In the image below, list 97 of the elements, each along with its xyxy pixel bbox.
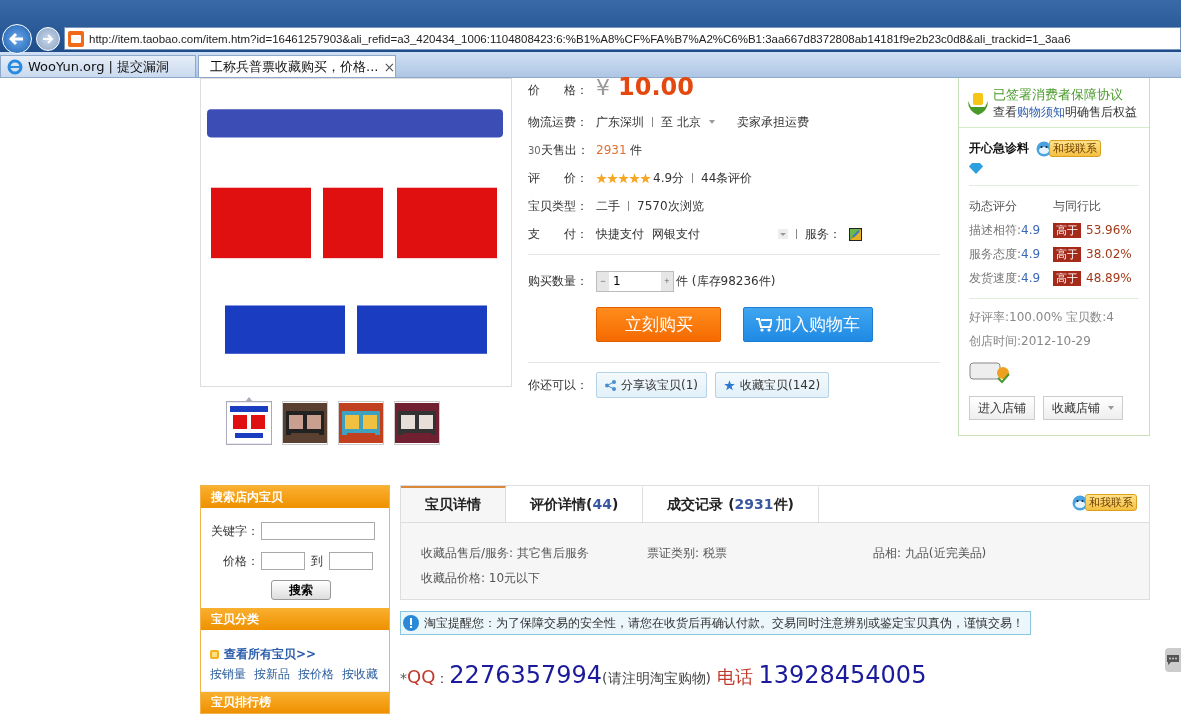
favorite-button[interactable]: 收藏宝贝(142) bbox=[715, 372, 830, 398]
panel-header: 搜索店内宝贝 bbox=[201, 486, 389, 508]
chat-icon[interactable] bbox=[1165, 648, 1181, 672]
star-icon bbox=[618, 172, 629, 184]
service-icon bbox=[849, 227, 862, 241]
comparison-badge: 高于 bbox=[1053, 222, 1081, 238]
destination-selector[interactable]: 至 北京 bbox=[661, 113, 701, 131]
thumbnail[interactable] bbox=[282, 401, 328, 445]
item-condition: 二手 bbox=[596, 197, 620, 215]
shop-logo-icon bbox=[68, 30, 84, 47]
enter-shop-button[interactable]: 进入店铺 bbox=[969, 396, 1035, 420]
field-label: 价格： bbox=[223, 552, 259, 570]
origin-text: 广东深圳 bbox=[596, 113, 644, 131]
star-icon bbox=[629, 172, 640, 184]
keyword-field[interactable] bbox=[261, 522, 375, 540]
field-label: 关键字： bbox=[211, 522, 259, 540]
stock-text: 件 (库存98236件) bbox=[676, 272, 776, 290]
rating-score: 4.9分 bbox=[653, 169, 685, 187]
sort-link[interactable]: 按价格 bbox=[298, 666, 334, 683]
item-attribute: 收藏品价格: 10元以下 bbox=[421, 570, 542, 587]
contact-info: *QQ：2276357994(请注明淘宝购物) 电话 13928454005 bbox=[400, 661, 928, 689]
column-header: 动态评分 bbox=[969, 197, 1018, 215]
detail-tab[interactable]: 宝贝详情 bbox=[401, 486, 506, 522]
field-label: 你还可以： bbox=[528, 376, 588, 394]
star-icon bbox=[596, 172, 607, 184]
item-attribute: 收藏品售后/服务: 其它售后服务 bbox=[421, 545, 590, 562]
decrease-button[interactable]: − bbox=[597, 271, 609, 291]
field-label: 宝贝类型： bbox=[528, 197, 588, 215]
column-header: 与同行比 bbox=[1053, 197, 1101, 215]
min-price-field[interactable] bbox=[261, 552, 305, 570]
diamond-icon bbox=[969, 163, 983, 174]
all-items-link[interactable]: 查看所有宝贝>> bbox=[224, 646, 317, 663]
guarantee-text: 查看购物须知明确售后权益 bbox=[993, 104, 1137, 121]
sort-link[interactable]: 按新品 bbox=[254, 666, 290, 683]
shield-hands-icon bbox=[967, 90, 989, 117]
comparison-percent: 48.89% bbox=[1086, 271, 1132, 285]
quantity-field[interactable]: − 1 + bbox=[596, 270, 674, 292]
star-icon bbox=[607, 172, 618, 184]
shop-stat: 好评率:100.00% 宝贝数:4 bbox=[969, 309, 1115, 326]
thumbnail[interactable] bbox=[394, 401, 440, 445]
address-field[interactable]: http://item.taobao.com/item.htm?id=16461257903&ali_refid=a3_420434_1006:1104808423:6:%B1%A8%CF%FA%B7%A2%C6%B1:3aa667d8372808ab14181f9e2b23c0d8&ali_trackid=1_3aa6 bbox=[64, 27, 1181, 50]
thumbnail[interactable] bbox=[338, 401, 384, 445]
back-arrow-icon bbox=[9, 31, 25, 47]
price: 10.00 bbox=[618, 73, 694, 101]
comparison-percent: 38.02% bbox=[1086, 247, 1132, 261]
forward-arrow-icon bbox=[42, 33, 54, 45]
rating-item: 发货速度:4.9 bbox=[969, 269, 1042, 287]
browser-icon bbox=[7, 58, 23, 75]
star-icon bbox=[640, 172, 651, 184]
share-icon bbox=[605, 379, 616, 391]
panel-header: 宝贝排行榜 bbox=[201, 691, 389, 713]
field-label: 服务： bbox=[805, 225, 841, 243]
share-button[interactable]: 分享该宝贝(1) bbox=[596, 372, 707, 398]
search-button[interactable]: 搜索 bbox=[271, 580, 331, 600]
field-label: 支 付： bbox=[528, 225, 588, 243]
comparison-badge: 高于 bbox=[1053, 246, 1081, 262]
payment-method: 网银支付 bbox=[652, 225, 700, 243]
comparison-badge: 高于 bbox=[1053, 270, 1081, 286]
shop-stat: 创店时间:2012-10-29 bbox=[969, 333, 1092, 350]
comparison-percent: 53.96% bbox=[1086, 223, 1132, 237]
info-icon bbox=[403, 615, 419, 631]
field-label: 物流运费： bbox=[528, 113, 588, 131]
shop-name[interactable]: 开心急诊料 bbox=[969, 140, 1029, 157]
field-label: 购买数量： bbox=[528, 272, 588, 290]
shipping-note: 卖家承担运费 bbox=[736, 113, 809, 131]
cart-icon bbox=[756, 317, 772, 332]
field-label: 到 bbox=[311, 552, 323, 570]
certificate-icon bbox=[969, 361, 1011, 385]
rating-item: 服务态度:4.9 bbox=[969, 245, 1042, 263]
browser-tab[interactable]: 工称兵普票收藏购买，价格... × bbox=[198, 55, 396, 77]
review-count[interactable]: 44条评价 bbox=[701, 169, 753, 187]
star-icon bbox=[724, 379, 735, 391]
back-button[interactable] bbox=[2, 24, 32, 54]
panel-header: 宝贝分类 bbox=[201, 608, 389, 630]
view-count: 7570次浏览 bbox=[637, 197, 704, 215]
caret-icon bbox=[708, 120, 715, 124]
caret-icon bbox=[1108, 406, 1114, 410]
forward-button[interactable] bbox=[36, 27, 60, 51]
browser-tab[interactable]: WooYun.org | 提交漏洞 bbox=[0, 55, 196, 77]
field-label: 30天售出： bbox=[528, 141, 588, 159]
sort-link[interactable]: 按销量 bbox=[210, 666, 246, 683]
payment-method: 快捷支付 bbox=[596, 225, 644, 243]
currency-sign: ¥ bbox=[596, 74, 610, 100]
sales-count: 2931 件 bbox=[596, 141, 643, 159]
field-label: 评 价： bbox=[528, 169, 588, 187]
field-label: 价 格： bbox=[528, 81, 588, 99]
notice-text: 淘宝提醒您：为了保障交易的安全性，请您在收货后再确认付款。交易同时注意辨别或鉴定宝贝真伪，谨慎交易！ bbox=[424, 614, 1024, 632]
sort-link[interactable]: 按收藏 bbox=[342, 666, 378, 683]
close-icon[interactable]: × bbox=[383, 58, 396, 75]
bullet-icon bbox=[210, 650, 219, 659]
increase-button[interactable]: + bbox=[661, 271, 673, 291]
rating-item: 描述相符:4.9 bbox=[969, 221, 1042, 239]
favorite-shop-button[interactable]: 收藏店铺 bbox=[1043, 396, 1123, 420]
max-price-field[interactable] bbox=[329, 552, 373, 570]
item-attribute: 票证类别: 税票 bbox=[647, 545, 728, 562]
item-attribute: 品相: 九品(近完美品) bbox=[873, 545, 988, 562]
guarantee-title: 已签署消费者保障协议 bbox=[993, 86, 1124, 104]
